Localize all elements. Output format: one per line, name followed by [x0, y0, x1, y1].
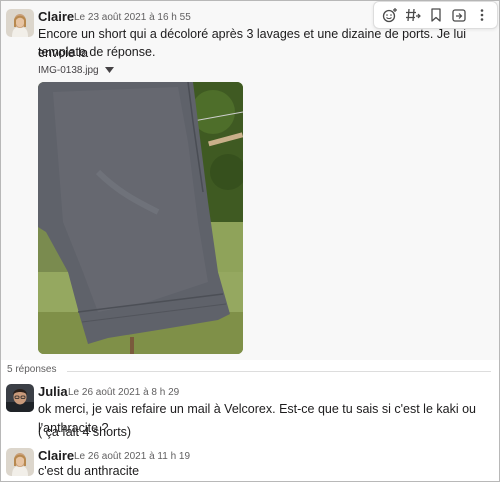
avatar-claire[interactable] — [6, 9, 34, 37]
more-actions-icon[interactable] — [471, 4, 493, 26]
avatar-claire[interactable] — [6, 448, 34, 476]
forward-icon[interactable] — [448, 4, 470, 26]
author-name[interactable]: Claire — [38, 9, 74, 24]
message-actions-toolbar — [373, 1, 498, 29]
replies-count: 5 réponses — [7, 364, 61, 375]
avatar-julia[interactable] — [6, 384, 34, 412]
attachment-filename[interactable]: IMG-0138.jpg — [38, 65, 99, 76]
attachment-image[interactable] — [38, 82, 243, 354]
message-text-line: c'est du anthracite — [38, 464, 140, 478]
message-text-line: template de réponse. — [38, 45, 156, 59]
add-reaction-icon[interactable] — [379, 4, 401, 26]
message-text-line: ( ça fait 4 shorts) — [38, 425, 132, 439]
bookmark-icon[interactable] — [425, 4, 447, 26]
divider-line — [67, 371, 491, 372]
attachment-header[interactable]: IMG-0138.jpg — [38, 65, 114, 76]
reply-in-thread-icon[interactable] — [402, 4, 424, 26]
chevron-down-icon[interactable] — [104, 65, 114, 76]
message-timestamp[interactable]: Le 26 août 2021 à 8 h 29 — [68, 387, 179, 398]
message-timestamp[interactable]: Le 26 août 2021 à 11 h 19 — [74, 451, 190, 462]
message-timestamp[interactable]: Le 23 août 2021 à 16 h 55 — [74, 12, 191, 23]
author-name[interactable]: Julia — [38, 384, 68, 399]
replies-divider: 5 réponses — [1, 364, 499, 378]
author-name[interactable]: Claire — [38, 448, 74, 463]
